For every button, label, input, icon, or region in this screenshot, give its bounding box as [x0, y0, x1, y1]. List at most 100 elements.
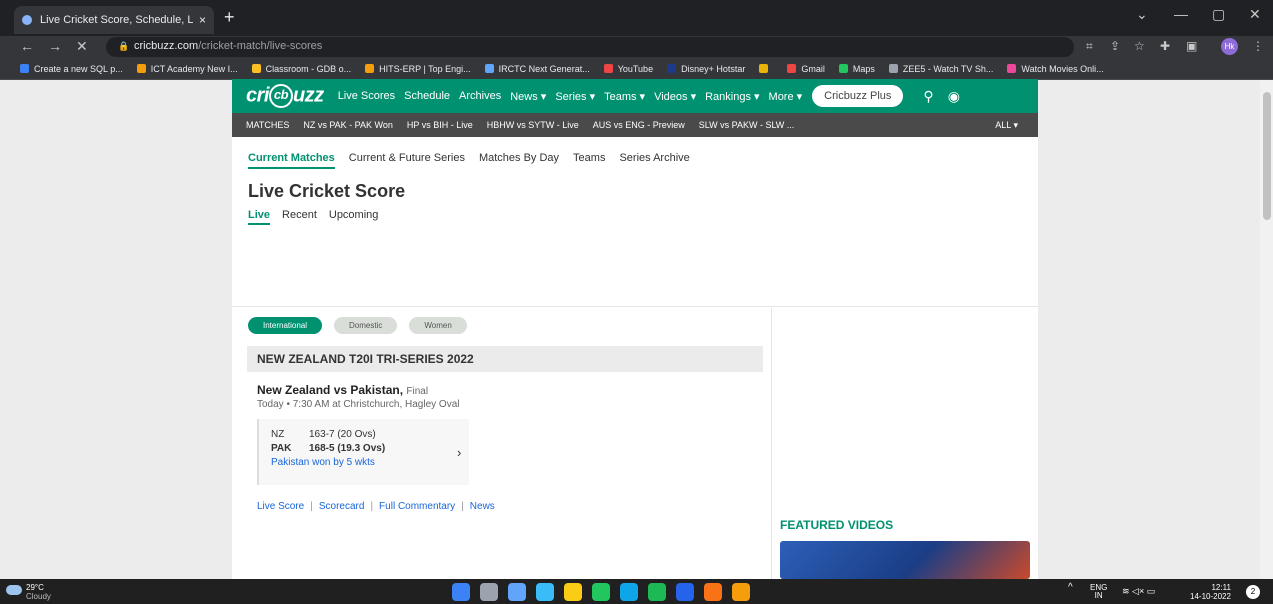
word-icon[interactable] — [676, 583, 694, 601]
ticker-match[interactable]: SLW vs PAKW - SLW ... — [699, 120, 795, 130]
nav-live-scores[interactable]: Live Scores — [338, 90, 395, 103]
ticker-all-dropdown[interactable]: ALL ▾ — [995, 120, 1018, 131]
tab-current-future-series[interactable]: Current & Future Series — [349, 152, 465, 169]
extensions-icon[interactable]: ✚ — [1160, 39, 1170, 53]
filter-domestic[interactable]: Domestic — [334, 317, 398, 334]
bookmark-item[interactable]: YouTube — [603, 64, 653, 74]
tab-recent[interactable]: Recent — [282, 209, 317, 225]
back-arrow-icon[interactable]: ← — [20, 38, 34, 54]
cricbuzz-logo[interactable]: cri cb uzz — [246, 84, 324, 108]
search-icon[interactable]: ⚲ — [923, 88, 933, 105]
bookmark-item[interactable]: Create a new SQL p... — [20, 64, 123, 74]
score-card[interactable]: NZ 163-7 (20 Ovs) PAK 168-5 (19.3 Ovs) Pak… — [257, 419, 469, 485]
link-news[interactable]: News — [470, 501, 495, 512]
chevron-right-icon[interactable]: › — [457, 445, 461, 460]
hotstar-icon — [667, 64, 677, 73]
lock-icon: 🔒 — [118, 41, 130, 51]
xampp-icon[interactable] — [732, 583, 750, 601]
close-window-button[interactable]: ✕ — [1249, 6, 1261, 23]
windows-start-icon[interactable] — [452, 583, 470, 601]
bookmark-label: Maps — [852, 63, 875, 74]
tab-upcoming[interactable]: Upcoming — [329, 209, 379, 225]
address-bar[interactable]: 🔒 cricbuzz.com/cricket-match/live-scores — [106, 37, 1074, 57]
section-tabs: Current Matches Current & Future Series … — [248, 152, 690, 169]
tray-overflow-icon[interactable]: ^ — [1068, 583, 1073, 593]
weather-condition: Cloudy — [26, 592, 51, 601]
forward-arrow-icon[interactable]: → — [48, 38, 62, 54]
cricbuzz-plus-button[interactable]: Cricbuzz Plus — [812, 85, 904, 107]
bookmark-item[interactable]: Classroom - GDB o... — [251, 64, 351, 74]
ticker-match[interactable]: HP vs BIH - Live — [407, 120, 473, 130]
match-teams: New Zealand vs Pakistan, — [257, 383, 404, 397]
bookmark-item[interactable] — [759, 64, 773, 73]
language-indicator[interactable]: ENG IN — [1090, 584, 1107, 600]
scrollbar-thumb[interactable] — [1263, 92, 1271, 220]
share-icon[interactable]: ⇪ — [1110, 39, 1120, 53]
user-profile-icon[interactable]: ◉ — [948, 88, 960, 105]
edge-icon[interactable] — [620, 583, 638, 601]
profile-avatar[interactable]: Hk — [1221, 38, 1238, 55]
tab-live[interactable]: Live — [248, 209, 271, 225]
bookmark-item[interactable]: Maps — [838, 63, 875, 74]
link-full-commentary[interactable]: Full Commentary — [379, 501, 455, 512]
file-explorer-icon[interactable] — [564, 583, 582, 601]
menu-kebab-icon[interactable]: ⋮ — [1252, 39, 1264, 53]
store-icon[interactable] — [536, 583, 554, 601]
chat-icon[interactable] — [508, 583, 526, 601]
bookmark-item[interactable]: IRCTC Next Generat... — [484, 64, 590, 74]
filter-women[interactable]: Women — [409, 317, 467, 334]
team-score: 163-7 (20 Ovs) — [309, 429, 376, 440]
side-panel-icon[interactable]: ▣ — [1186, 39, 1197, 53]
bookmark-item[interactable]: Gmail — [787, 64, 825, 74]
ticker-match[interactable]: AUS vs ENG - Preview — [593, 120, 685, 130]
url-host: cricbuzz.com — [134, 40, 199, 52]
match-links: Live Score | Scorecard | Full Commentary… — [257, 501, 495, 512]
nav-teams[interactable]: Teams ▾ — [604, 90, 645, 103]
featured-video-thumbnail[interactable] — [780, 541, 1030, 579]
whatsapp-icon[interactable] — [592, 583, 610, 601]
series-header[interactable]: NEW ZEALAND T20I TRI-SERIES 2022 — [247, 346, 763, 372]
tab-search-icon[interactable]: ⌄ — [1136, 6, 1148, 23]
ticker-match[interactable]: HBHW vs SYTW - Live — [487, 120, 579, 130]
minimize-button[interactable]: — — [1174, 6, 1188, 22]
spotify-icon[interactable] — [648, 583, 666, 601]
notification-badge[interactable]: 2 — [1246, 585, 1260, 599]
page-title: Live Cricket Score — [248, 181, 406, 201]
ticker-match[interactable]: NZ vs PAK - PAK Won — [303, 120, 393, 130]
nav-archives[interactable]: Archives — [459, 90, 501, 103]
language-region: IN — [1094, 591, 1103, 600]
match-title[interactable]: New Zealand vs Pakistan, Final — [257, 383, 428, 397]
link-live-score[interactable]: Live Score — [257, 501, 304, 512]
bookmark-item[interactable]: ZEE5 - Watch TV Sh... — [888, 64, 993, 74]
nav-videos[interactable]: Videos ▾ — [654, 90, 696, 103]
nav-series[interactable]: Series ▾ — [555, 90, 595, 103]
tab-current-matches[interactable]: Current Matches — [248, 152, 335, 169]
bookmark-item[interactable]: Watch Movies Onli... — [1007, 64, 1104, 74]
bookmark-item[interactable]: ICT Academy New I... — [136, 64, 238, 74]
tab-series-archive[interactable]: Series Archive — [619, 152, 689, 169]
weather-widget[interactable]: 29°C Cloudy — [6, 583, 51, 601]
nav-schedule[interactable]: Schedule — [404, 90, 450, 103]
system-clock[interactable]: 12:11 14-10-2022 — [1190, 583, 1231, 601]
nav-rankings[interactable]: Rankings ▾ — [705, 90, 759, 103]
tab-close-icon[interactable]: × — [199, 13, 206, 27]
new-tab-button[interactable]: + — [224, 7, 235, 28]
stop-loading-icon[interactable]: ✕ — [76, 38, 88, 55]
bookmark-item[interactable]: HITS-ERP | Top Engi... — [365, 64, 471, 74]
main-content: Current Matches Current & Future Series … — [232, 137, 1038, 579]
search-icon[interactable] — [480, 583, 498, 601]
tab-matches-by-day[interactable]: Matches By Day — [479, 152, 559, 169]
browser-tab[interactable]: Live Cricket Score, Schedule, Lat × — [14, 6, 214, 34]
wifi-volume-battery-icon[interactable]: ≋ ◁× ▭ — [1122, 587, 1155, 596]
link-scorecard[interactable]: Scorecard — [319, 501, 365, 512]
tab-teams[interactable]: Teams — [573, 152, 605, 169]
maximize-button[interactable]: ▢ — [1212, 6, 1225, 23]
filter-international[interactable]: International — [248, 317, 323, 334]
translate-icon[interactable]: ⌗ — [1086, 39, 1093, 54]
nav-news[interactable]: News ▾ — [510, 90, 546, 103]
bookmark-star-icon[interactable]: ☆ — [1134, 39, 1145, 53]
bookmark-item[interactable]: Disney+ Hotstar — [667, 64, 745, 74]
bookmark-favicon-icon — [20, 64, 29, 73]
chrome-icon[interactable] — [704, 583, 722, 601]
nav-more[interactable]: More ▾ — [769, 90, 803, 103]
